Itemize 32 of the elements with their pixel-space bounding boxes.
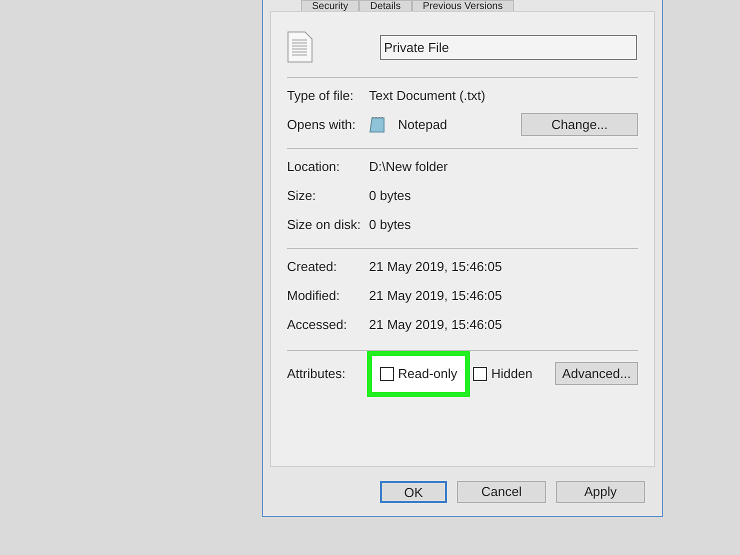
file-name-field[interactable]: Private File xyxy=(380,34,637,60)
dialog-button[interactable]: Cancel xyxy=(457,481,546,503)
field-label: Attributes: xyxy=(287,364,347,383)
field-value: 21 May 2019, 15:46:05 xyxy=(369,258,502,276)
field-value: D:\New folder xyxy=(369,158,448,176)
tab[interactable]: Previous Versions xyxy=(412,0,514,11)
text-document-icon xyxy=(287,31,313,63)
field-label: Modified: xyxy=(287,286,341,305)
field-label: Accessed: xyxy=(287,316,348,334)
checkbox-label: Hidden xyxy=(491,364,532,383)
advanced-button[interactable]: Advanced... xyxy=(555,362,638,385)
field-value: Text Document (.txt) xyxy=(369,86,486,105)
tab[interactable]: Details xyxy=(359,0,412,11)
dialog-button[interactable]: Apply xyxy=(556,481,645,503)
field-label: Size: xyxy=(287,186,317,205)
field-value: 0 bytes xyxy=(369,186,411,205)
dialog-button[interactable]: OK xyxy=(380,481,447,503)
notepad-icon xyxy=(369,116,386,133)
field-label: Location: xyxy=(287,158,341,176)
field-value: 0 bytes xyxy=(369,216,411,234)
change-button[interactable]: Change... xyxy=(521,113,638,136)
checkbox-label: Read-only xyxy=(398,364,458,383)
tab[interactable]: Security xyxy=(301,0,360,11)
field-value: 21 May 2019, 15:46:05 xyxy=(369,316,502,334)
field-label: Type of file: xyxy=(287,86,354,105)
checkbox[interactable] xyxy=(380,366,394,380)
field-label: Created: xyxy=(287,258,338,276)
field-label: Size on disk: xyxy=(287,216,362,234)
field-value: Notepad xyxy=(398,116,448,134)
field-label: Opens with: xyxy=(287,116,357,134)
checkbox[interactable] xyxy=(473,366,488,380)
field-value: 21 May 2019, 15:46:05 xyxy=(369,286,502,305)
